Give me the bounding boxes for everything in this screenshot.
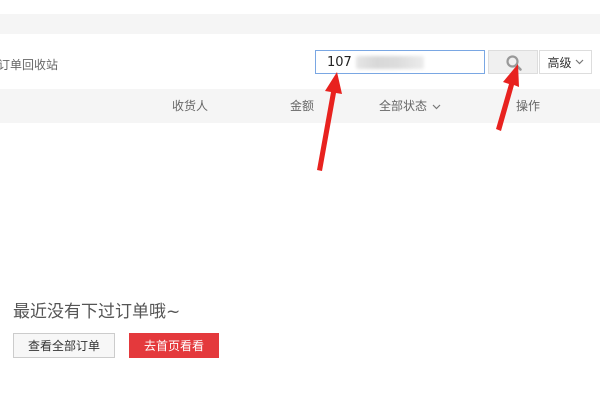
redacted-text-mask	[356, 56, 424, 69]
status-filter-dropdown[interactable]: 全部状态	[379, 89, 441, 123]
go-to-homepage-button[interactable]: 去首页看看	[129, 333, 219, 358]
search-icon	[506, 55, 522, 71]
column-header-recipient: 收货人	[172, 99, 209, 113]
order-search-box[interactable]	[315, 50, 485, 74]
status-filter-label: 全部状态	[379, 99, 428, 113]
search-button[interactable]	[488, 50, 538, 74]
column-header-amount: 金额	[290, 99, 315, 113]
advanced-search-button[interactable]: 高级	[539, 50, 592, 74]
order-recycle-bin-link[interactable]: 订单回收站	[0, 56, 58, 73]
order-table-header: 收货人 金额 全部状态 操作	[0, 89, 600, 123]
column-header-action: 操作	[516, 99, 541, 113]
chevron-down-icon	[575, 59, 583, 65]
chevron-down-icon	[432, 104, 441, 109]
empty-state-message: 最近没有下过订单哦~	[13, 302, 181, 322]
advanced-search-label: 高级	[547, 55, 572, 70]
view-all-orders-button[interactable]: 查看全部订单	[13, 333, 115, 358]
orders-page: 订单回收站 高级 收货人 金额 全部状态 操作 最近没有下过订单哦~ 查看全部订…	[0, 0, 600, 400]
top-band	[0, 14, 600, 34]
